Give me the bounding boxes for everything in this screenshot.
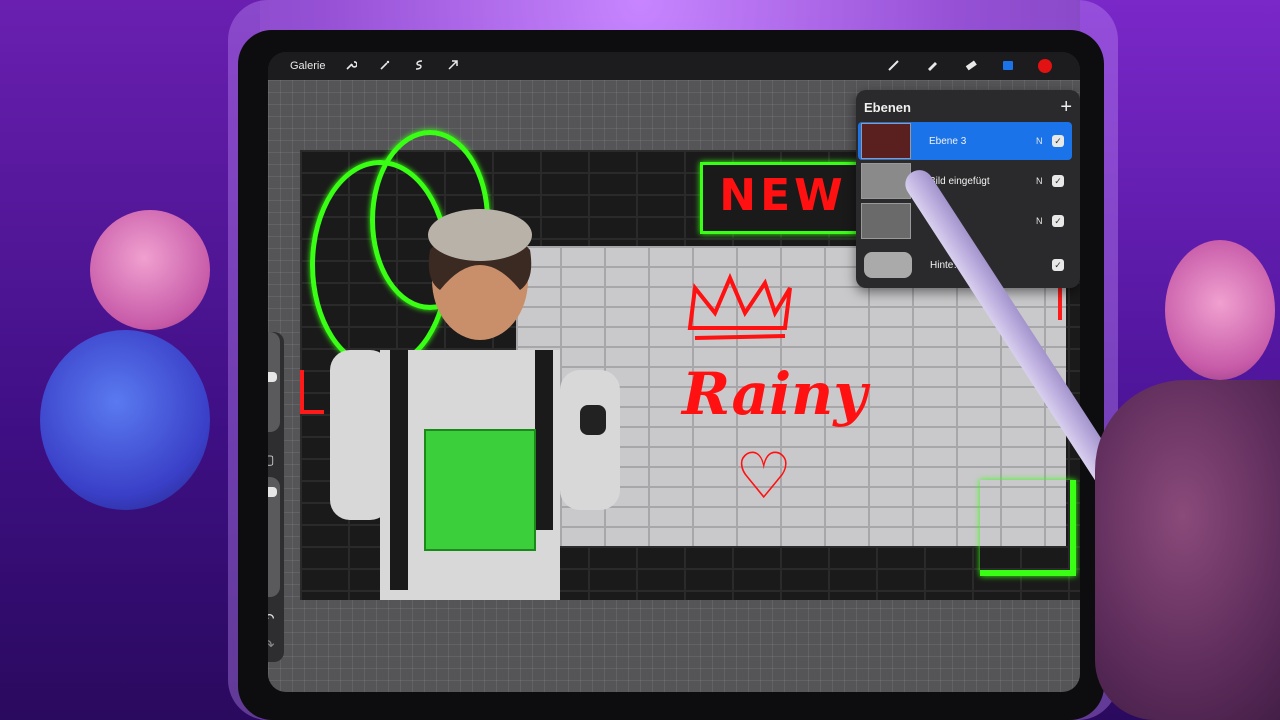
layers-header: Ebenen + <box>856 90 1080 122</box>
color-swatch-button[interactable] <box>1038 59 1052 73</box>
layer-thumbnail <box>861 123 911 159</box>
crown-drawing <box>687 272 792 340</box>
squirtle-figure <box>40 330 210 510</box>
eraser-icon[interactable] <box>962 58 978 75</box>
procreate-screen: Galerie NEW Rainy ♡ ▢ ↶ ↷ Ebenen + Ebene… <box>268 52 1080 692</box>
toolbar-right-group <box>886 58 1080 75</box>
layer-name: Bild eingefügt <box>929 175 990 187</box>
visibility-checkbox[interactable]: ✓ <box>1052 175 1064 187</box>
layer-row[interactable]: Bild eingefügt N ✓ <box>858 162 1072 200</box>
visibility-checkbox[interactable]: ✓ <box>1052 135 1064 147</box>
graffiti-new-text: NEW <box>700 162 866 234</box>
redo-button[interactable]: ↷ <box>268 636 275 654</box>
layer-thumbnail <box>861 203 911 239</box>
person-photo-cutout <box>330 180 620 600</box>
layers-title: Ebenen <box>864 99 911 115</box>
heart-drawing: ♡ <box>735 440 793 514</box>
layer-name: Ebene 3 <box>929 135 967 147</box>
top-toolbar: Galerie <box>268 52 1080 80</box>
layer-row[interactable]: Ebene 3 N ✓ <box>858 122 1072 160</box>
undo-button[interactable]: ↶ <box>268 610 275 628</box>
brush-icon[interactable] <box>886 58 902 75</box>
layers-icon[interactable] <box>1000 58 1016 75</box>
neon-frame-bottom-right <box>980 480 1076 576</box>
pikachu-figure-right <box>1165 240 1275 380</box>
hand <box>1095 380 1280 720</box>
magic-wand-icon[interactable] <box>377 59 393 74</box>
background-color-swatch <box>864 252 912 278</box>
brush-size-slider[interactable] <box>268 332 280 432</box>
visibility-checkbox[interactable]: ✓ <box>1052 215 1064 227</box>
toolbar-left-group: Galerie <box>268 59 461 74</box>
blend-mode-button[interactable]: N <box>1036 136 1052 146</box>
layer-thumbnail <box>861 163 911 199</box>
add-layer-button[interactable]: + <box>1060 97 1072 117</box>
brush-size-thumb[interactable] <box>268 372 277 382</box>
side-slider-panel: ▢ ↶ ↷ <box>268 332 284 662</box>
brush-opacity-slider[interactable] <box>268 477 280 597</box>
transform-arrow-icon[interactable] <box>445 59 461 74</box>
blend-mode-button[interactable]: N <box>1036 216 1052 226</box>
selection-icon[interactable] <box>411 59 427 74</box>
gallery-button[interactable]: Galerie <box>290 60 325 72</box>
smudge-icon[interactable] <box>924 58 940 75</box>
visibility-checkbox[interactable]: ✓ <box>1052 259 1064 271</box>
rainy-text: Rainy <box>682 360 868 428</box>
brush-opacity-thumb[interactable] <box>268 487 277 497</box>
modify-button[interactable]: ▢ <box>268 452 274 468</box>
pikachu-figure-left <box>90 210 210 330</box>
wrench-icon[interactable] <box>343 59 359 74</box>
neon-red-accent <box>300 370 324 414</box>
blend-mode-button[interactable]: N <box>1036 176 1052 186</box>
